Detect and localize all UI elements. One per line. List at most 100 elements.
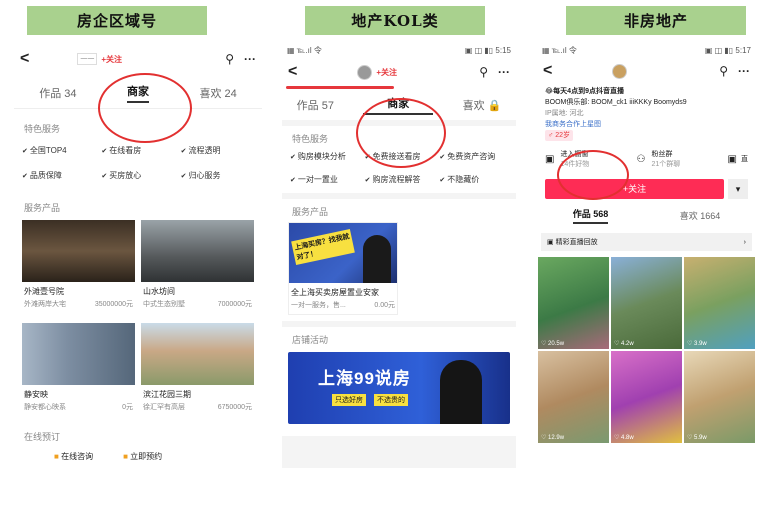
online-consult-button[interactable]: ■ 在线咨询 <box>54 451 93 462</box>
video-thumbnail[interactable]: ♡ 4.8w <box>611 351 682 443</box>
product-grid: 外滩壹号院 外滩两岸大宅 35000000元 山水坊间 中式生态别墅 7000000… <box>14 218 262 418</box>
profile-header: +关注 <box>357 64 397 80</box>
service-chip: 品质保障 <box>22 170 95 181</box>
video-thumbnail[interactable]: ♡ 3.9w <box>684 257 755 349</box>
brand-logo: 一一 <box>77 53 98 65</box>
section-label-kol: 地产KOL类 <box>305 6 485 35</box>
product-image <box>141 323 254 385</box>
replay-icon: ▣ <box>547 239 554 246</box>
search-icon[interactable]: ⚲ <box>719 64 728 78</box>
product-name: 山水坊间 <box>143 287 175 296</box>
video-thumbnail[interactable]: ♡ 20.5w <box>538 257 609 349</box>
tab-likes[interactable]: 喜欢 1664 <box>680 209 721 222</box>
tab-works[interactable]: 作品 57 <box>297 97 334 113</box>
tab-merchant[interactable]: 商家 <box>363 95 434 115</box>
tab-likes[interactable]: 喜欢 🔒 <box>463 97 502 113</box>
products-title: 服务产品 <box>24 203 61 213</box>
search-icon[interactable]: ⚲ <box>225 52 234 66</box>
product-name: 滨江花园三期 <box>143 390 191 399</box>
services-title: 特色服务 <box>24 124 61 134</box>
back-arrow-icon[interactable]: < <box>288 63 297 81</box>
tab-works[interactable]: 作品 34 <box>39 85 76 101</box>
status-time: ▣ ◫ ▮▯ 5:15 <box>464 45 511 55</box>
product-image <box>141 220 254 282</box>
event-banner[interactable]: 上海99说房 只选好房 不选贵的 <box>288 352 510 424</box>
follow-button[interactable]: +关注 <box>545 179 724 199</box>
group-icon: ⚇ <box>636 153 646 165</box>
product-desc: 一对一服务，售... <box>291 302 346 309</box>
more-icon[interactable]: ··· <box>498 65 510 79</box>
shop-window-entry[interactable]: ▣ 进入橱窗 14件好物 <box>545 149 589 169</box>
search-icon[interactable]: ⚲ <box>479 65 488 79</box>
status-signal: ▦ ℡.ıl 令 <box>287 45 322 55</box>
product-name: 全上海买卖房屋置业安家 <box>291 288 379 297</box>
video-views: ♡ 4.2w <box>614 341 634 347</box>
service-chip: 不隐藏价 <box>439 174 508 185</box>
follow-button[interactable]: +关注 <box>101 54 122 65</box>
ip-location: IP属地: 河北 <box>545 110 584 117</box>
calendar-icon: ■ <box>123 452 128 461</box>
live-entry[interactable]: ▣ 直 <box>728 149 748 169</box>
banner-title: 上海99说房 <box>318 369 411 388</box>
video-thumbnail[interactable]: ♡ 12.9w <box>538 351 609 443</box>
product-price: 0元 <box>122 404 133 411</box>
more-icon[interactable]: ··· <box>738 64 750 78</box>
product-card[interactable]: 静安映 静安都心映系 0元 <box>22 323 135 416</box>
services-list: 购房模块分析 免费接送看房 免费资产咨询 一对一置业 购房流程解答 不隐藏价 <box>282 149 516 187</box>
events-title: 店铺活动 <box>292 335 329 345</box>
service-chip: 买房放心 <box>101 170 174 181</box>
bio-line: BOOM俱乐部: BOOM_ck1 iiiKKKy Boomyds9 <box>545 99 687 106</box>
video-views: ♡ 5.9w <box>687 435 707 441</box>
tab-likes[interactable]: 喜欢 24 <box>199 85 236 101</box>
services-list: 全国TOP4 在线看房 流程透明 品质保障 买房放心 归心服务 <box>14 139 262 183</box>
tab-works[interactable]: 作品 568 <box>572 207 609 224</box>
live-label: 直 <box>741 156 748 163</box>
phone-screen-non-real-estate: ▦ ℡.ıl 令 ▣ ◫ ▮▯ 5:17 < ⚲ ··· 😂每天4点到9点抖音直播… <box>537 42 756 482</box>
service-chip: 免费接送看房 <box>365 151 434 162</box>
poster-text: 上海买房？找我就对了！ <box>291 229 355 265</box>
back-arrow-icon[interactable]: < <box>20 50 29 68</box>
avatar[interactable] <box>612 63 628 79</box>
back-arrow-icon[interactable]: < <box>543 62 552 80</box>
products-title: 服务产品 <box>292 207 329 217</box>
service-chip: 全国TOP4 <box>22 145 95 156</box>
product-card[interactable]: 滨江花园三期 徐汇罕有高层 6750000元 <box>141 323 254 416</box>
presenter-figure <box>363 235 391 283</box>
live-replay-bar[interactable]: ▣ 精彩直播回放 › <box>541 233 752 251</box>
product-price: 0.00元 <box>374 302 395 309</box>
video-thumbnail[interactable]: ♡ 4.2w <box>611 257 682 349</box>
product-card[interactable]: 山水坊间 中式生态别墅 7000000元 <box>141 220 254 313</box>
follow-button[interactable]: +关注 <box>376 67 397 78</box>
bio-line: 😂每天4点到9点抖音直播 <box>545 88 624 95</box>
banner-tag: 只选好房 <box>332 394 366 406</box>
chevron-right-icon: › <box>743 238 746 246</box>
product-card[interactable]: 外滩壹号院 外滩两岸大宅 35000000元 <box>22 220 135 313</box>
section-label-non-real-estate: 非房地产 <box>566 6 746 35</box>
fans-label: 粉丝群 <box>651 151 673 158</box>
business-link[interactable]: 我商务合作上星图 <box>545 119 748 130</box>
profile-header: 一一 +关注 <box>77 53 122 65</box>
service-chip: 一对一置业 <box>290 174 359 185</box>
video-thumbnail[interactable]: ♡ 5.9w <box>684 351 755 443</box>
avatar[interactable] <box>357 64 373 80</box>
product-image <box>22 220 135 282</box>
service-chip: 在线看房 <box>101 145 174 156</box>
product-desc: 徐汇罕有高层 <box>143 404 185 411</box>
service-chip: 免费资产咨询 <box>439 151 508 162</box>
shop-sub: 14件好物 <box>560 161 590 168</box>
more-icon[interactable]: ··· <box>244 52 256 66</box>
product-price: 7000000元 <box>217 301 252 308</box>
service-chip: 流程透明 <box>181 145 254 156</box>
video-views: ♡ 12.9w <box>541 435 565 441</box>
section-label-real-estate-company: 房企区域号 <box>27 6 207 35</box>
fan-group-entry[interactable]: ⚇ 粉丝群 21个群聊 <box>637 149 681 169</box>
tab-merchant[interactable]: 商家 <box>127 83 149 103</box>
status-signal: ▦ ℡.ıl 令 <box>542 45 577 55</box>
presenter-figure <box>440 360 482 424</box>
phone-screen-kol: ▦ ℡.ıl 令 ▣ ◫ ▮▯ 5:15 < +关注 ⚲ ··· 作品 57 商家… <box>282 42 516 468</box>
book-now-button[interactable]: ■ 立即预约 <box>123 451 162 462</box>
product-card[interactable]: 上海买房？找我就对了！ 全上海买卖房屋置业安家 一对一服务，售... 0.00元 <box>288 222 398 315</box>
video-grid: ♡ 20.5w ♡ 4.2w ♡ 3.9w ♡ 12.9w ♡ 4.8w ♡ 5… <box>537 257 756 443</box>
more-options-button[interactable]: ▾ <box>728 179 748 199</box>
live-icon: ▣ <box>727 153 737 165</box>
